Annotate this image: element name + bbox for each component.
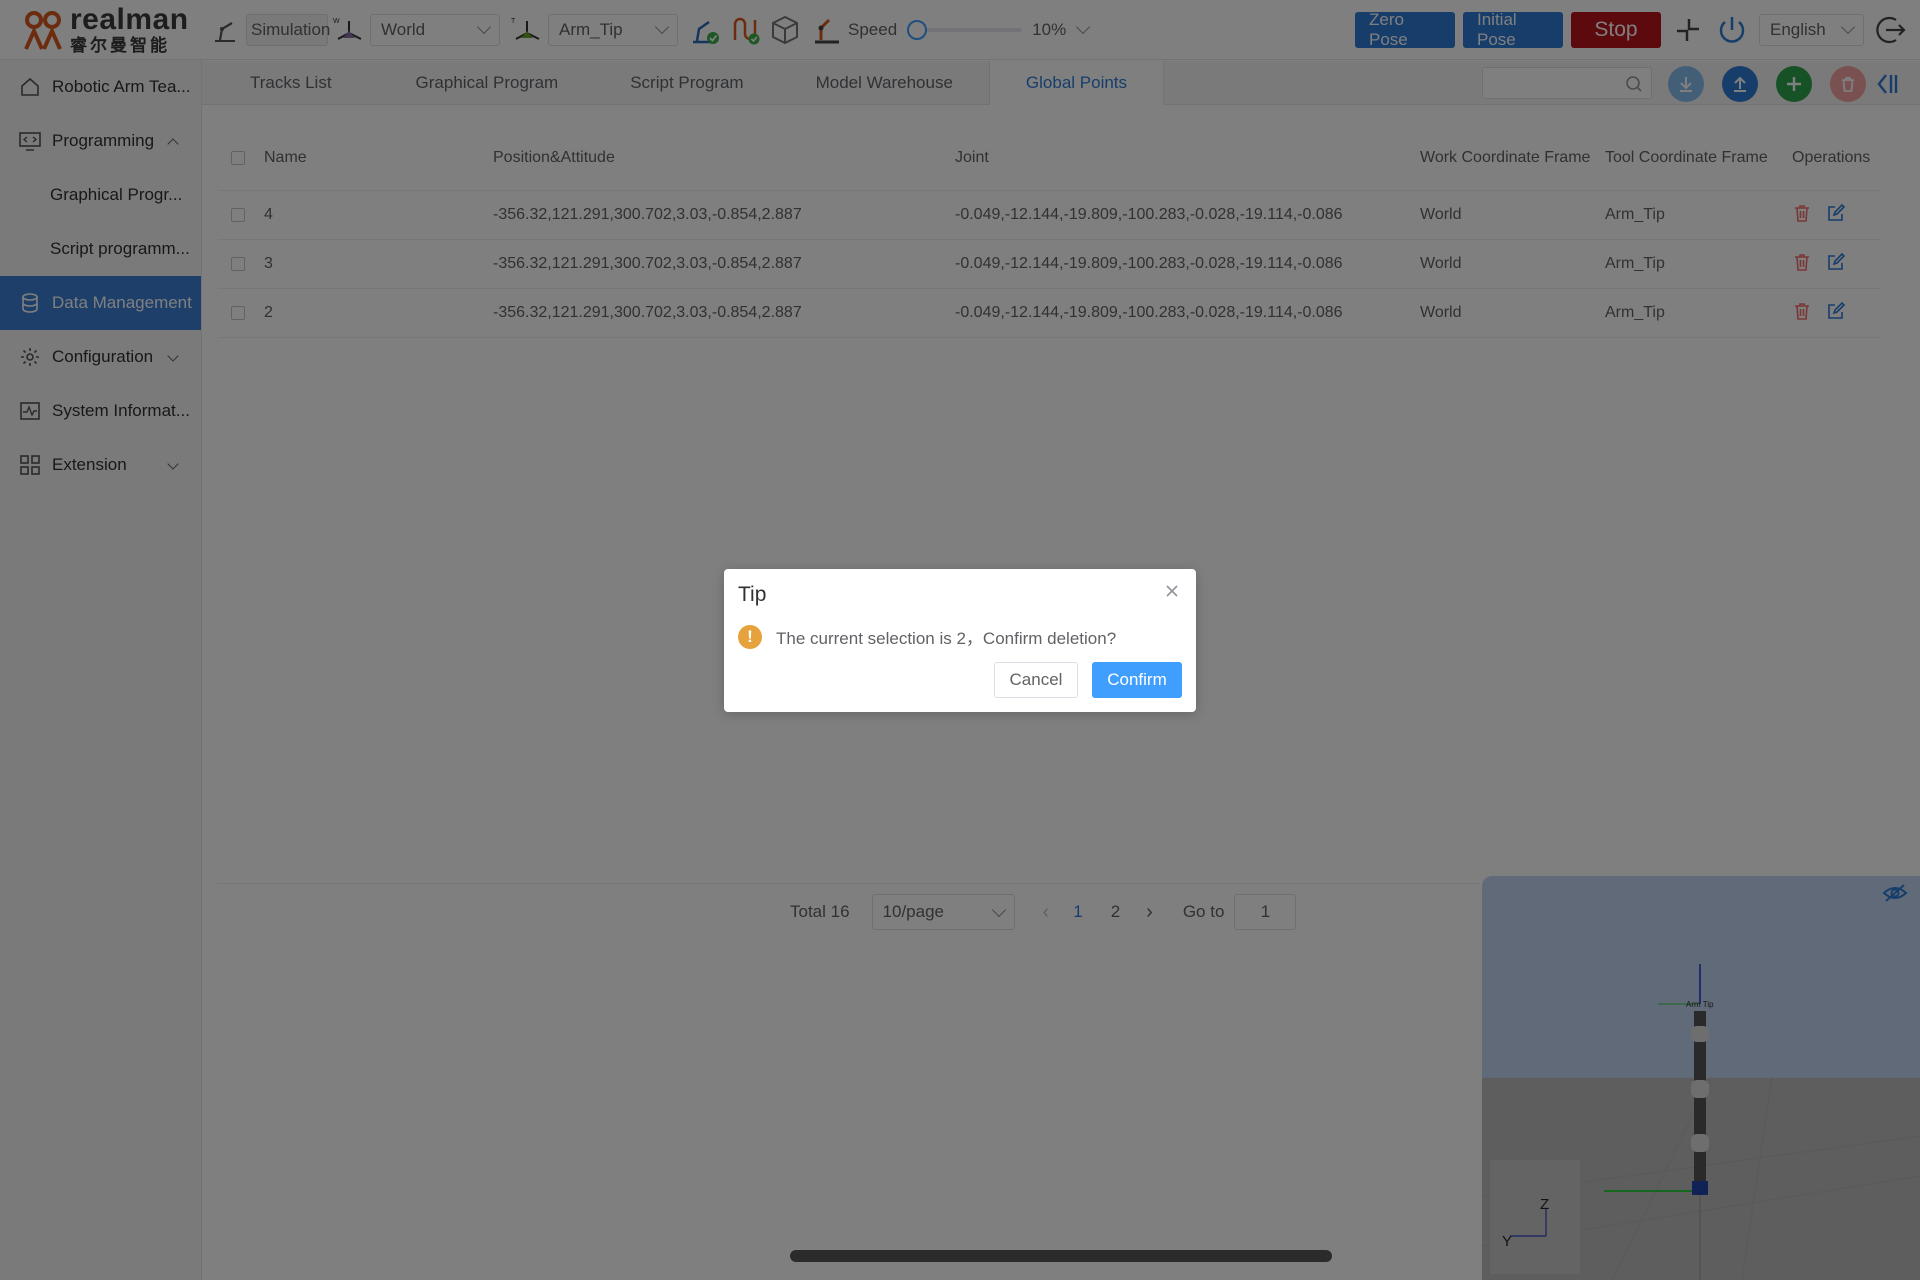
horizontal-scrollbar[interactable] (790, 1250, 1332, 1262)
confirm-button[interactable]: Confirm (1092, 662, 1182, 698)
dialog-title: Tip (738, 583, 767, 606)
cancel-button[interactable]: Cancel (994, 662, 1078, 698)
close-icon[interactable] (1164, 583, 1180, 599)
confirm-delete-dialog: Tip ! The current selection is 2，Confirm… (724, 569, 1196, 712)
dialog-message: ! The current selection is 2，Confirm del… (738, 624, 1116, 649)
dialog-message-text: The current selection is 2，Confirm delet… (776, 629, 1117, 648)
warning-icon: ! (738, 624, 762, 649)
